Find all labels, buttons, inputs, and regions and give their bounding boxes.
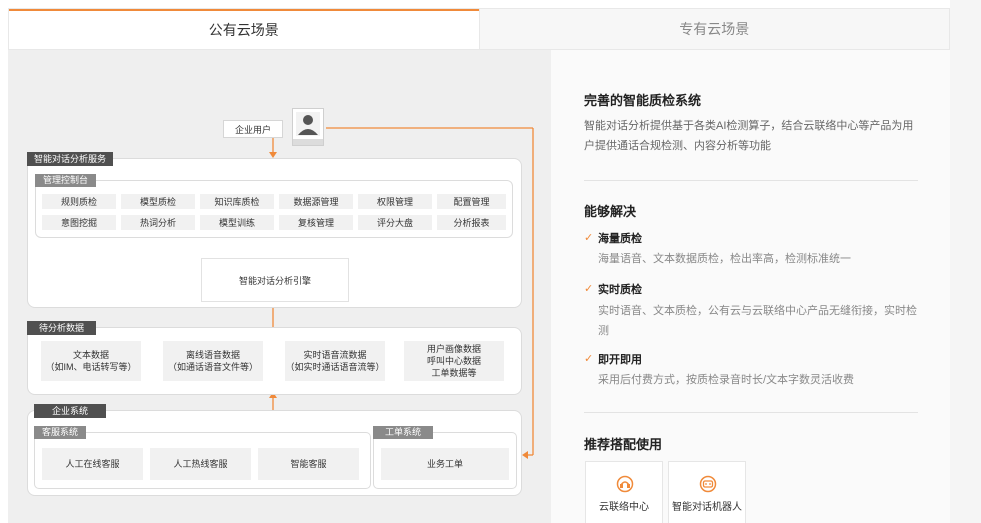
recommend-card-cloud-contact-center[interactable]: 云联络中心 [585, 461, 663, 523]
tab-private-cloud[interactable]: 专有云场景 [478, 9, 949, 49]
cs-item: 人工在线客服 [42, 448, 143, 480]
feature-title: 实时质检 [598, 284, 642, 296]
console-cell: 复核管理 [279, 215, 353, 230]
recommend-label: 智能对话机器人 [672, 502, 742, 513]
console-cell: 权限管理 [358, 194, 432, 209]
data-item: 实时语音流数据 （如实时通话语音流等） [285, 341, 385, 381]
architecture-diagram: 企业用户 智能对话分析服务 管理控制台 规则质检 模型质检 知识库质检 数据源管… [8, 50, 551, 523]
enterprise-user-label: 企业用户 [234, 124, 271, 135]
divider [584, 412, 918, 413]
service-title: 智能对话分析服务 [27, 152, 114, 166]
feature-desc: 实时语音、文本质检，公有云与云联络中心产品无缝衔接，实时检测 [598, 305, 917, 337]
data-item: 文本数据 （如IM、电话转写等） [41, 341, 141, 381]
console-title: 管理控制台 [35, 174, 97, 187]
check-icon: ✓ [584, 283, 594, 295]
enterprise-user-box: 企业用户 [223, 120, 283, 138]
info-panel: 完善的智能质检系统 智能对话分析提供基于各类AI检测算子，结合云联络中心等产品为… [551, 50, 950, 523]
console-cell: 分析报表 [437, 215, 506, 230]
recommend-label: 云联络中心 [599, 502, 649, 513]
ticket-title: 工单系统 [373, 426, 434, 439]
info-title: 完善的智能质检系统 [584, 93, 702, 108]
solve-title: 能够解决 [584, 204, 637, 219]
analysis-engine-box: 智能对话分析引擎 [201, 258, 349, 302]
console-cell: 规则质检 [42, 194, 116, 209]
feature-desc: 海量语音、文本数据质检，检出率高，检测标准统一 [598, 253, 851, 265]
console-cell: 配置管理 [437, 194, 506, 209]
tab-public-cloud[interactable]: 公有云场景 [9, 9, 479, 49]
check-icon: ✓ [584, 353, 594, 365]
ticket-item: 业务工单 [381, 448, 509, 480]
check-icon: ✓ [584, 232, 594, 244]
feature-desc: 采用后付费方式，按质检录音时长/文本字数灵活收费 [598, 374, 855, 386]
page-gutter [950, 0, 981, 523]
data-item: 用户画像数据 呼叫中心数据 工单数据等 [404, 341, 504, 381]
feature-title: 海量质检 [598, 233, 642, 245]
console-cell: 知识库质检 [200, 194, 274, 209]
scenario-tabs: 公有云场景 专有云场景 [8, 8, 950, 50]
analysis-engine-label: 智能对话分析引擎 [238, 275, 311, 286]
cs-title: 客服系统 [34, 426, 87, 439]
data-title: 待分析数据 [27, 321, 97, 335]
console-cell: 模型训练 [200, 215, 274, 230]
divider [584, 180, 918, 181]
feature-title: 即开即用 [598, 354, 642, 366]
cs-item: 智能客服 [258, 448, 359, 480]
console-cell: 模型质检 [121, 194, 195, 209]
user-icon [293, 112, 323, 145]
cs-item: 人工热线客服 [150, 448, 251, 480]
console-cell: 评分大盘 [358, 215, 432, 230]
data-item: 离线语音数据 （如通话语音文件等） [163, 341, 263, 381]
chatbot-icon [699, 475, 717, 493]
user-avatar [292, 108, 324, 146]
info-description: 智能对话分析提供基于各类AI检测算子，结合云联络中心等产品为用户提供通话合规检测… [584, 120, 914, 152]
recommend-title: 推荐搭配使用 [584, 437, 663, 452]
recommend-card-chatbot[interactable]: 智能对话机器人 [668, 461, 746, 523]
console-cell: 数据源管理 [279, 194, 353, 209]
console-cell: 意图挖掘 [42, 215, 116, 230]
console-cell: 热词分析 [121, 215, 195, 230]
enterprise-title: 企业系统 [34, 404, 107, 418]
cloud-contact-center-icon [616, 475, 634, 493]
